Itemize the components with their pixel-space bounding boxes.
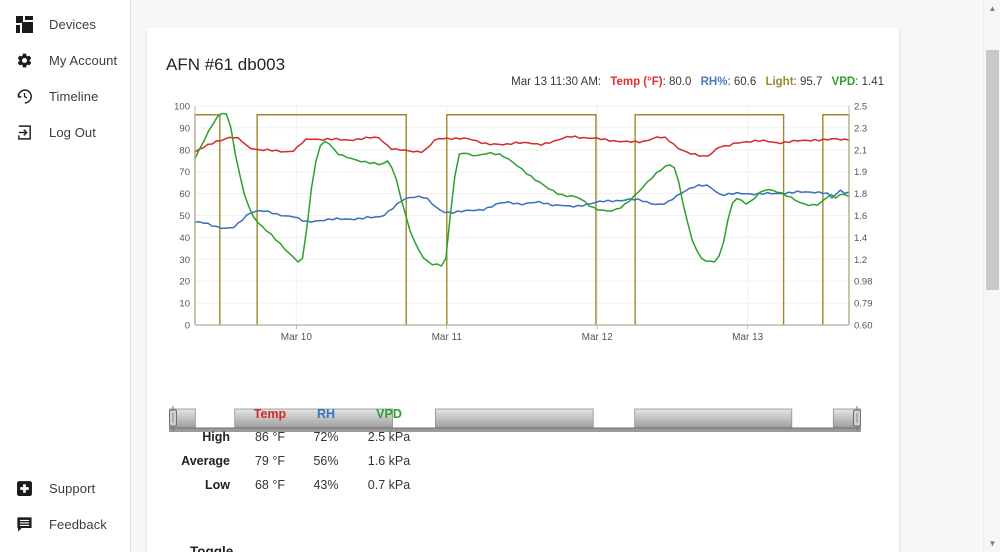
- svg-text:20: 20: [179, 277, 190, 288]
- svg-text:Mar 11: Mar 11: [432, 332, 463, 343]
- svg-text:60: 60: [179, 189, 190, 200]
- svg-text:30: 30: [179, 255, 190, 266]
- dashboard-icon: [14, 14, 34, 34]
- table-row: High 86 °F 72% 2.5 kPa: [166, 425, 424, 449]
- svg-text:100: 100: [174, 102, 190, 113]
- stats-column-rh: RH: [316, 407, 336, 421]
- svg-text:70: 70: [179, 167, 190, 178]
- readout-sep: :: [727, 76, 731, 88]
- stats-corner-cell: [166, 402, 242, 425]
- svg-text:40: 40: [179, 233, 190, 244]
- readout-sep: :: [793, 76, 797, 88]
- readout-label-temp: Temp (°F): [610, 76, 663, 88]
- svg-text:1.6: 1.6: [854, 211, 867, 222]
- history-clock-icon: [14, 86, 34, 106]
- sidebar-item-support[interactable]: Support: [0, 470, 130, 506]
- stats-cell-rh: 56%: [313, 454, 339, 468]
- svg-text:1.9: 1.9: [854, 167, 867, 178]
- stats-column-vpd: VPD: [376, 407, 402, 421]
- summary-stats-table: Temp RH VPD High 86 °F 72% 2.5 kPa Avera…: [166, 402, 424, 497]
- stats-header-row: Temp RH VPD: [166, 402, 424, 425]
- svg-text:1.8: 1.8: [854, 189, 867, 200]
- help-plus-icon: [14, 478, 34, 498]
- sidebar-item-label: Timeline: [49, 88, 99, 104]
- chart-readout-legend: Mar 13 11:30 AM: Temp (°F): 80.0 RH%: 60…: [147, 76, 884, 88]
- readout-label-light: Light: [765, 76, 794, 88]
- comment-icon: [14, 514, 34, 534]
- device-card: AFN #61 db003 Mar 13 11:30 AM: Temp (°F)…: [147, 28, 899, 552]
- sidebar-item-label: My Account: [49, 52, 118, 68]
- stats-cell-vpd: 1.6 kPa: [367, 454, 411, 468]
- gear-icon: [14, 50, 34, 70]
- stats-cell-vpd: 0.7 kPa: [367, 478, 411, 492]
- stats-cell-vpd: 2.5 kPa: [367, 430, 411, 444]
- svg-text:Mar 13: Mar 13: [732, 332, 764, 343]
- svg-text:Mar 12: Mar 12: [582, 332, 614, 343]
- svg-text:1.2: 1.2: [854, 255, 867, 266]
- readout-value-temp: 80.0: [669, 76, 692, 88]
- readout-timestamp: Mar 13 11:30 AM:: [511, 76, 602, 88]
- page-scrollbar[interactable]: ▲ ▼: [983, 0, 1000, 552]
- stats-cell-temp: 79 °F: [254, 454, 285, 468]
- stats-cell-rh: 43%: [313, 478, 339, 492]
- sidebar-item-feedback[interactable]: Feedback: [0, 506, 130, 542]
- svg-text:0: 0: [185, 321, 190, 332]
- sidebar-secondary-nav: Support Feedback: [0, 470, 130, 542]
- scroll-down-arrow-icon[interactable]: ▼: [984, 535, 1000, 552]
- readout-sep: :: [855, 76, 859, 88]
- readout-value-rh: 60.6: [733, 76, 757, 88]
- sidebar-item-log-out[interactable]: Log Out: [0, 114, 130, 150]
- svg-text:0.98: 0.98: [854, 277, 873, 288]
- sidebar-item-timeline[interactable]: Timeline: [0, 78, 130, 114]
- table-row: Low 68 °F 43% 0.7 kPa: [166, 473, 424, 497]
- table-row: Average 79 °F 56% 1.6 kPa: [166, 449, 424, 473]
- sidebar-item-devices[interactable]: Devices: [0, 6, 130, 42]
- logout-icon: [14, 122, 34, 142]
- svg-text:10: 10: [179, 299, 190, 310]
- svg-text:80: 80: [179, 145, 190, 156]
- svg-text:0.79: 0.79: [854, 299, 873, 310]
- sidebar-item-label: Devices: [49, 16, 96, 32]
- app-root: Devices My Account Timeline Log Out Supp…: [0, 0, 1000, 552]
- readout-value-light: 95.7: [799, 76, 823, 88]
- svg-text:2.5: 2.5: [854, 102, 867, 113]
- readout-sep: :: [662, 76, 666, 88]
- readout-label-vpd: VPD: [831, 76, 856, 88]
- stats-row-label: Low: [205, 478, 230, 492]
- sidebar-primary-nav: Devices My Account Timeline Log Out: [0, 6, 130, 150]
- chart-container: Mar 13 11:30 AM: Temp (°F): 80.0 RH%: 60…: [147, 76, 899, 432]
- stats-cell-rh: 72%: [313, 430, 339, 444]
- page-title: AFN #61 db003: [166, 55, 286, 75]
- sidebar-item-my-account[interactable]: My Account: [0, 42, 130, 78]
- svg-text:2.3: 2.3: [854, 123, 867, 134]
- timeseries-plot[interactable]: 0 10 20 30 40 50 60 70 80 90 100 0.60 0.79 0.98 1.2 1.4…: [169, 102, 884, 347]
- svg-text:50: 50: [179, 211, 190, 222]
- svg-text:1.4: 1.4: [854, 233, 867, 244]
- sidebar-item-label: Log Out: [49, 124, 96, 140]
- readout-label-rh: RH%: [700, 76, 728, 88]
- sidebar-item-label: Feedback: [49, 516, 107, 532]
- scrollbar-thumb[interactable]: [986, 50, 999, 290]
- stats-row-label: High: [202, 430, 230, 444]
- main-content: AFN #61 db003 Mar 13 11:30 AM: Temp (°F)…: [131, 0, 983, 552]
- stats-row-label: Average: [181, 454, 230, 468]
- stats-cell-temp: 86 °F: [254, 430, 285, 444]
- readout-value-vpd: 1.41: [861, 76, 884, 88]
- scroll-up-arrow-icon[interactable]: ▲: [984, 0, 1000, 17]
- stats-column-temp: Temp: [253, 407, 287, 421]
- svg-text:Mar 10: Mar 10: [281, 332, 313, 343]
- svg-text:2.1: 2.1: [854, 145, 867, 156]
- svg-text:0.60: 0.60: [854, 321, 873, 332]
- sidebar-item-label: Support: [49, 480, 96, 496]
- plot-svg: 0 10 20 30 40 50 60 70 80 90 100 0.60 0.79 0.98 1.2 1.4…: [174, 102, 873, 343]
- svg-text:90: 90: [179, 123, 190, 134]
- toggle-heading: Toggle: [190, 544, 234, 552]
- sidebar: Devices My Account Timeline Log Out Supp…: [0, 0, 131, 552]
- stats-cell-temp: 68 °F: [254, 478, 285, 492]
